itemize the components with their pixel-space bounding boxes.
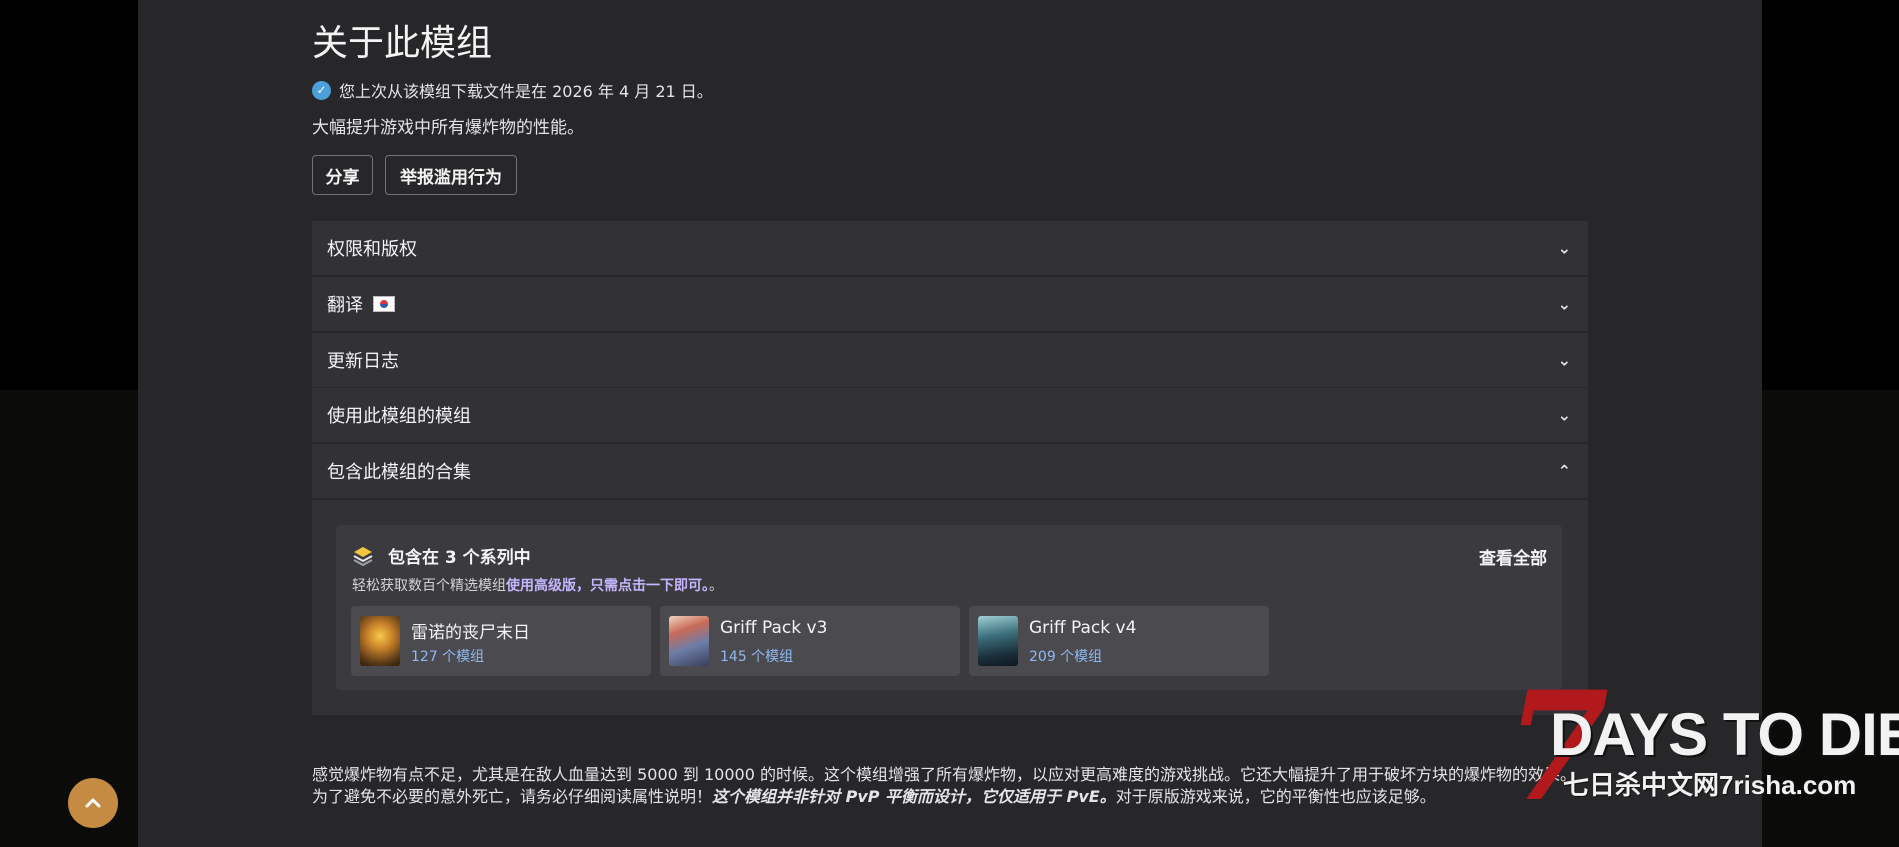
promo-tail: 。	[709, 578, 723, 594]
accordion-mods-using-this[interactable]: 使用此模组的模组 ⌄	[312, 388, 1588, 443]
description-bold-note: 这个模组并非针对 PvP 平衡而设计，它仅适用于 PvE。	[712, 787, 1116, 806]
collections-heading-text: 包含在 3 个系列中	[388, 548, 531, 568]
premium-link[interactable]: 使用高级版，只需点击一下即可。	[506, 578, 709, 594]
accordion-label: 使用此模组的模组	[327, 406, 471, 427]
page-title: 关于此模组	[312, 23, 493, 64]
download-notice-text: 您上次从该模组下载文件是在 2026 年 4 月 21 日。	[339, 82, 713, 101]
chevron-down-icon: ⌄	[1557, 405, 1571, 425]
collections-card: 包含在 3 个系列中 查看全部 轻松获取数百个精选模组使用高级版，只需点击一下即…	[336, 525, 1562, 690]
collection-name: Griff Pack v3	[720, 618, 828, 638]
collection-mod-count: 209 个模组	[1029, 649, 1103, 665]
promo-text: 轻松获取数百个精选模组	[352, 578, 506, 594]
collection-tile[interactable]: Griff Pack v4 209 个模组	[969, 606, 1269, 676]
accordion-label: 权限和版权	[327, 239, 417, 260]
collection-mod-count: 145 个模组	[720, 649, 794, 665]
accordion-translations[interactable]: 翻译 ⌄	[312, 277, 1588, 332]
collections-panel: 包含在 3 个系列中 查看全部 轻松获取数百个精选模组使用高级版，只需点击一下即…	[312, 500, 1588, 715]
mod-description: 感觉爆炸物有点不足，尤其是在敌人血量达到 5000 到 10000 的时候。这个…	[312, 764, 1588, 808]
collection-tile[interactable]: Griff Pack v3 145 个模组	[660, 606, 960, 676]
accordion-collections[interactable]: 包含此模组的合集 ⌃	[312, 444, 1588, 499]
collections-heading: 包含在 3 个系列中	[352, 543, 531, 568]
collection-thumbnail	[669, 616, 709, 666]
chevron-up-icon	[85, 798, 101, 808]
accordion-changelog[interactable]: 更新日志 ⌄	[312, 333, 1588, 388]
collection-tile[interactable]: 雷诺的丧尸末日 127 个模组	[351, 606, 651, 676]
scroll-to-top-button[interactable]	[68, 778, 118, 828]
collection-thumbnail	[978, 616, 1018, 666]
share-button[interactable]: 分享	[312, 155, 373, 195]
chevron-up-icon: ⌃	[1557, 461, 1571, 481]
collection-mod-count: 127 个模组	[411, 649, 485, 665]
chevron-down-icon: ⌄	[1557, 294, 1571, 314]
check-circle-icon: ✓	[312, 80, 331, 100]
view-all-link[interactable]: 查看全部	[1479, 544, 1547, 569]
accordion-label: 更新日志	[327, 351, 399, 372]
premium-promo: 轻松获取数百个精选模组使用高级版，只需点击一下即可。。	[352, 575, 723, 595]
collection-name: 雷诺的丧尸末日	[411, 623, 530, 643]
accordion-permissions[interactable]: 权限和版权 ⌄	[312, 221, 1588, 276]
chevron-down-icon: ⌄	[1557, 238, 1571, 258]
layers-icon	[352, 545, 374, 567]
collection-thumbnail	[360, 616, 400, 666]
korea-flag-icon	[373, 296, 395, 312]
chevron-down-icon: ⌄	[1557, 350, 1571, 370]
page-container: 关于此模组 ✓ 您上次从该模组下载文件是在 2026 年 4 月 21 日。 大…	[138, 0, 1762, 847]
report-abuse-button[interactable]: 举报滥用行为	[385, 155, 517, 195]
accordion-label: 包含此模组的合集	[327, 462, 471, 483]
accordion-label: 翻译	[327, 295, 363, 316]
download-notice: ✓ 您上次从该模组下载文件是在 2026 年 4 月 21 日。	[312, 78, 713, 102]
description-text-tail: 对于原版游戏来说，它的平衡性也应该足够。	[1115, 787, 1436, 806]
collection-name: Griff Pack v4	[1029, 618, 1137, 638]
mod-summary: 大幅提升游戏中所有爆炸物的性能。	[312, 118, 584, 138]
